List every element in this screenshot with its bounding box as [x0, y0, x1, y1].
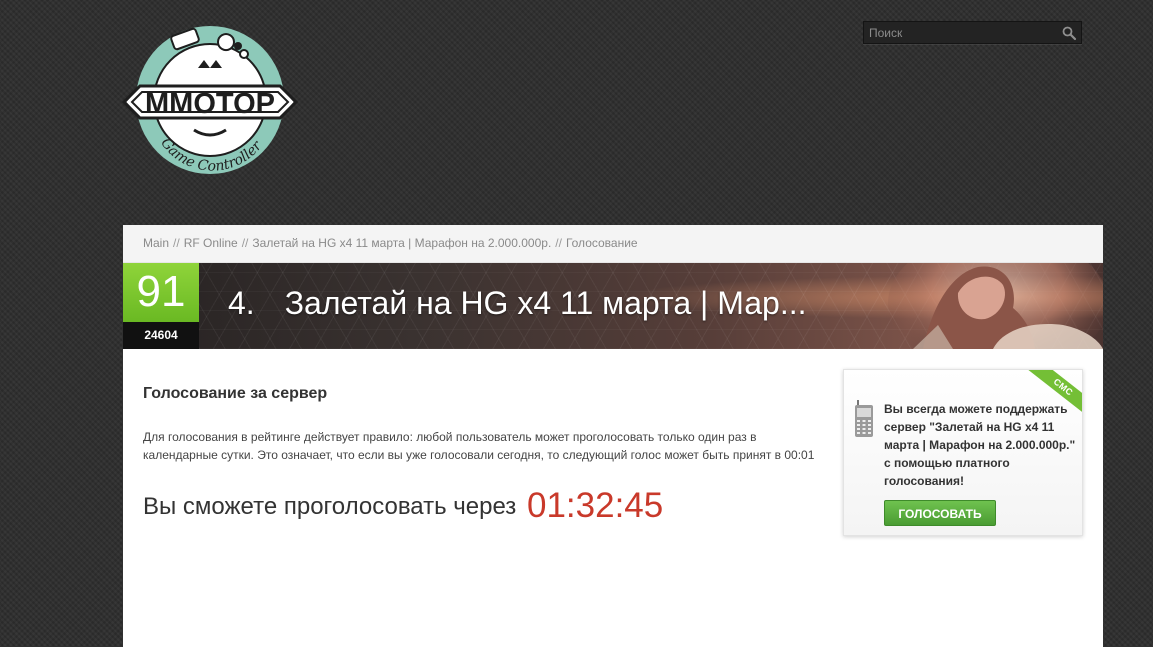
main-panel: Main//RF Online//Залетай на HG x4 11 мар…	[123, 225, 1103, 647]
sms-vote-box: СМС Вы всегда можете поддержать сервер "…	[843, 369, 1083, 536]
magnifier-icon[interactable]	[1061, 25, 1077, 41]
vote-countdown: 01:32:45	[526, 486, 664, 525]
vote-wait-text: Вы сможете проголосовать через	[143, 493, 517, 520]
vote-heading: Голосование за сервер	[143, 385, 328, 402]
search-input[interactable]	[864, 22, 1059, 43]
vote-wait-line: Вы сможете проголосовать через 01:32:45	[143, 486, 823, 526]
rating-badge: 91 24604	[123, 263, 199, 349]
server-votes: 24604	[123, 322, 199, 349]
paid-vote-button[interactable]: ГОЛОСОВАТЬ	[884, 500, 996, 526]
logo-emblem: MMOTOP Game Controller	[121, 26, 299, 175]
search-box[interactable]	[863, 21, 1082, 44]
sms-description: Вы всегда можете поддержать сервер "Зале…	[884, 402, 1076, 488]
breadcrumb-separator: //	[555, 236, 562, 250]
server-title: 4. Залетай на HG x4 11 марта | Мар...	[228, 281, 806, 325]
breadcrumb-current: Голосование	[565, 236, 638, 250]
server-rating: 91	[123, 263, 199, 322]
vote-content: Голосование за сервер Для голосования в …	[143, 385, 823, 526]
breadcrumb-separator: //	[173, 236, 180, 250]
server-banner: 91 24604 4. Залетай на HG x4 11 марта | М…	[123, 263, 1103, 349]
breadcrumb-separator: //	[241, 236, 249, 250]
banner-character-art	[888, 263, 1103, 349]
breadcrumb: Main//RF Online//Залетай на HG x4 11 мар…	[123, 225, 1103, 263]
breadcrumb-main[interactable]: Main	[143, 236, 169, 250]
vote-rule-text: Для голосования в рейтинге действует пра…	[143, 430, 815, 462]
breadcrumb-server[interactable]: Залетай на HG x4 11 марта | Марафон на 2…	[252, 236, 551, 250]
logo-wordmark: MMOTOP	[145, 88, 275, 120]
breadcrumb-game[interactable]: RF Online	[184, 236, 238, 250]
server-rank: 4.	[228, 285, 255, 321]
mobile-phone-icon	[855, 400, 873, 437]
site-logo[interactable]: MMOTOP Game Controller	[121, 22, 299, 176]
server-name: Залетай на HG x4 11 марта | Мар...	[284, 285, 807, 321]
